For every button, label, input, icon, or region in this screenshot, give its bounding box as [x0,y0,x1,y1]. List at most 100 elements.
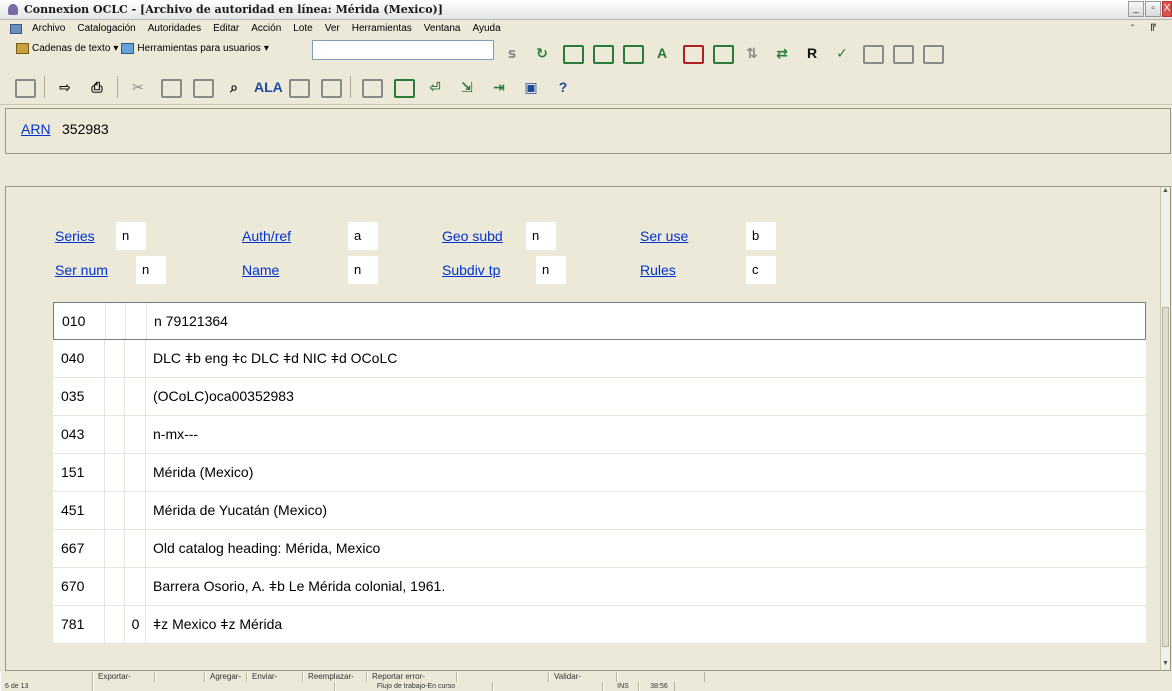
field-tag[interactable]: 043 [53,416,105,453]
copy-icon[interactable] [158,76,182,98]
insert-from-cache-icon[interactable]: ⇲ [455,76,479,98]
mdi-window-controls[interactable]: - ╔ [1131,20,1162,31]
field-indicator-1[interactable] [107,303,126,339]
menu-ayuda[interactable]: Ayuda [466,23,506,34]
fixed-field-series-label[interactable]: Series [55,228,95,244]
field-indicator-2[interactable] [126,340,146,377]
command-input[interactable] [312,40,494,60]
bibliographic-icon[interactable] [590,42,614,64]
variable-field-row[interactable]: 667 Old catalog heading: Mérida, Mexico [53,530,1146,568]
field-indicator-2[interactable] [126,568,146,605]
variable-field-row[interactable]: 043 n-mx--- [53,416,1146,454]
fkey-report-error[interactable]: Reportar error- [367,672,457,682]
field-indicator-2[interactable]: 0 [126,606,146,643]
authority-icon[interactable]: A [650,42,674,64]
field-tag[interactable]: 035 [53,378,105,415]
fixed-field-geosubd-label[interactable]: Geo subd [442,228,503,244]
field-help-icon[interactable]: ▣ [519,76,543,98]
reformat-icon[interactable]: ⏎ [423,76,447,98]
bibliographic-save-icon[interactable] [620,42,644,64]
scroll-thumb[interactable] [1162,307,1169,647]
field-indicator-2[interactable] [126,492,146,529]
fkey-send[interactable]: Enviar- [247,672,303,682]
field-indicator-1[interactable] [106,340,125,377]
field-tag[interactable]: 451 [53,492,105,529]
swap-icon[interactable]: ⇄ [770,42,794,64]
field-indicator-2[interactable] [126,378,146,415]
book-view-icon[interactable] [391,76,415,98]
search-dropdown-icon[interactable]: ꜱ [500,42,524,64]
validate-icon[interactable]: ✓ [830,42,854,64]
field-data[interactable]: Barrera Osorio, A. ǂb Le Mérida colonial… [153,568,445,605]
fixed-field-subdivtp-label[interactable]: Subdiv tp [442,262,500,278]
variable-field-row[interactable]: 151 Mérida (Mexico) [53,454,1146,492]
minimize-button[interactable]: _ [1128,1,1144,17]
authority-save-icon[interactable] [710,42,734,64]
fkey-add[interactable]: Agregar- [205,672,247,682]
menu-ver[interactable]: Ver [319,23,346,34]
restore-button[interactable]: ▫ [1145,1,1161,17]
text-strings-label[interactable]: Cadenas de texto [32,43,110,54]
variable-field-row[interactable]: 035 (OCoLC)oca00352983 [53,378,1146,416]
fixed-field-sernum-label[interactable]: Ser num [55,262,108,278]
fixed-field-name-value[interactable]: n [348,256,378,284]
field-indicator-1[interactable] [106,492,125,529]
field-tag[interactable]: 670 [53,568,105,605]
fixed-field-geosubd-value[interactable]: n [526,222,556,250]
menu-autoridades[interactable]: Autoridades [142,23,207,34]
menu-archivo[interactable]: Archivo [26,23,71,34]
field-indicator-2[interactable] [127,303,147,339]
fixed-field-seruse-label[interactable]: Ser use [640,228,688,244]
field-data[interactable]: ǂz Mexico ǂz Mérida [153,606,282,643]
document-icon[interactable] [10,23,22,34]
help-icon[interactable]: ? [551,76,575,98]
fixed-field-rules-label[interactable]: Rules [640,262,676,278]
field-tag[interactable]: 040 [53,340,105,377]
fixed-field-icon[interactable] [359,76,383,98]
field-data[interactable]: Old catalog heading: Mérida, Mexico [153,530,380,567]
field-data[interactable]: DLC ǂb eng ǂc DLC ǂd NIC ǂd OCoLC [153,340,397,377]
field-data[interactable]: n-mx--- [153,416,198,453]
fixed-field-name-label[interactable]: Name [242,262,279,278]
fkey-validate[interactable]: Validar- [549,672,617,682]
field-indicator-2[interactable] [126,530,146,567]
fkey-slot-1[interactable] [0,672,93,682]
fixed-field-sernum-value[interactable]: n [136,256,166,284]
fixed-field-seruse-value[interactable]: b [746,222,776,250]
paste-icon[interactable] [190,76,214,98]
scroll-up-icon[interactable]: ▲ [1161,187,1170,197]
user-tools-label[interactable]: Herramientas para usuarios [137,43,260,54]
workform-icon[interactable] [12,76,36,98]
fkey-replace[interactable]: Reemplazar- [303,672,367,682]
fkey-export[interactable]: Exportar- [93,672,155,682]
variable-field-row[interactable]: 010 n 79121364 [53,302,1146,340]
fixed-field-subdivtp-value[interactable]: n [536,256,566,284]
menu-herramientas[interactable]: Herramientas [346,23,418,34]
field-indicator-1[interactable] [106,454,125,491]
field-tag[interactable]: 781 [53,606,105,643]
field-indicator-1[interactable] [106,416,125,453]
variable-field-row[interactable]: 781 0 ǂz Mexico ǂz Mérida [53,606,1146,644]
variable-field-row[interactable]: 040 DLC ǂb eng ǂc DLC ǂd NIC ǂd OCoLC [53,340,1146,378]
field-indicator-1[interactable] [106,568,125,605]
export-icon[interactable]: ⇨ [53,76,77,98]
fixed-field-authref-value[interactable]: a [348,222,378,250]
refresh-search-icon[interactable]: ↻ [530,42,554,64]
field-indicator-2[interactable] [126,454,146,491]
menu-accion[interactable]: Acción [245,23,287,34]
fkey-slot-10[interactable] [617,672,705,682]
ala-characters-icon[interactable]: ALA [254,76,283,98]
fixed-field-authref-label[interactable]: Auth/ref [242,228,291,244]
field-data[interactable]: Mérida de Yucatán (Mexico) [153,492,327,529]
field-indicator-1[interactable] [106,378,125,415]
insert-field-icon[interactable] [286,76,310,98]
variable-field-row[interactable]: 670 Barrera Osorio, A. ǂb Le Mérida colo… [53,568,1146,606]
chevron-down-icon[interactable]: ▾ [113,43,118,54]
fixed-field-rules-value[interactable]: c [746,256,776,284]
menu-editar[interactable]: Editar [207,23,245,34]
authority-red-icon[interactable] [680,42,704,64]
delete-field-icon[interactable] [318,76,342,98]
arn-label[interactable]: ARN [21,121,51,137]
derive-record-icon[interactable] [890,42,914,64]
fkey-slot-3[interactable] [155,672,205,682]
